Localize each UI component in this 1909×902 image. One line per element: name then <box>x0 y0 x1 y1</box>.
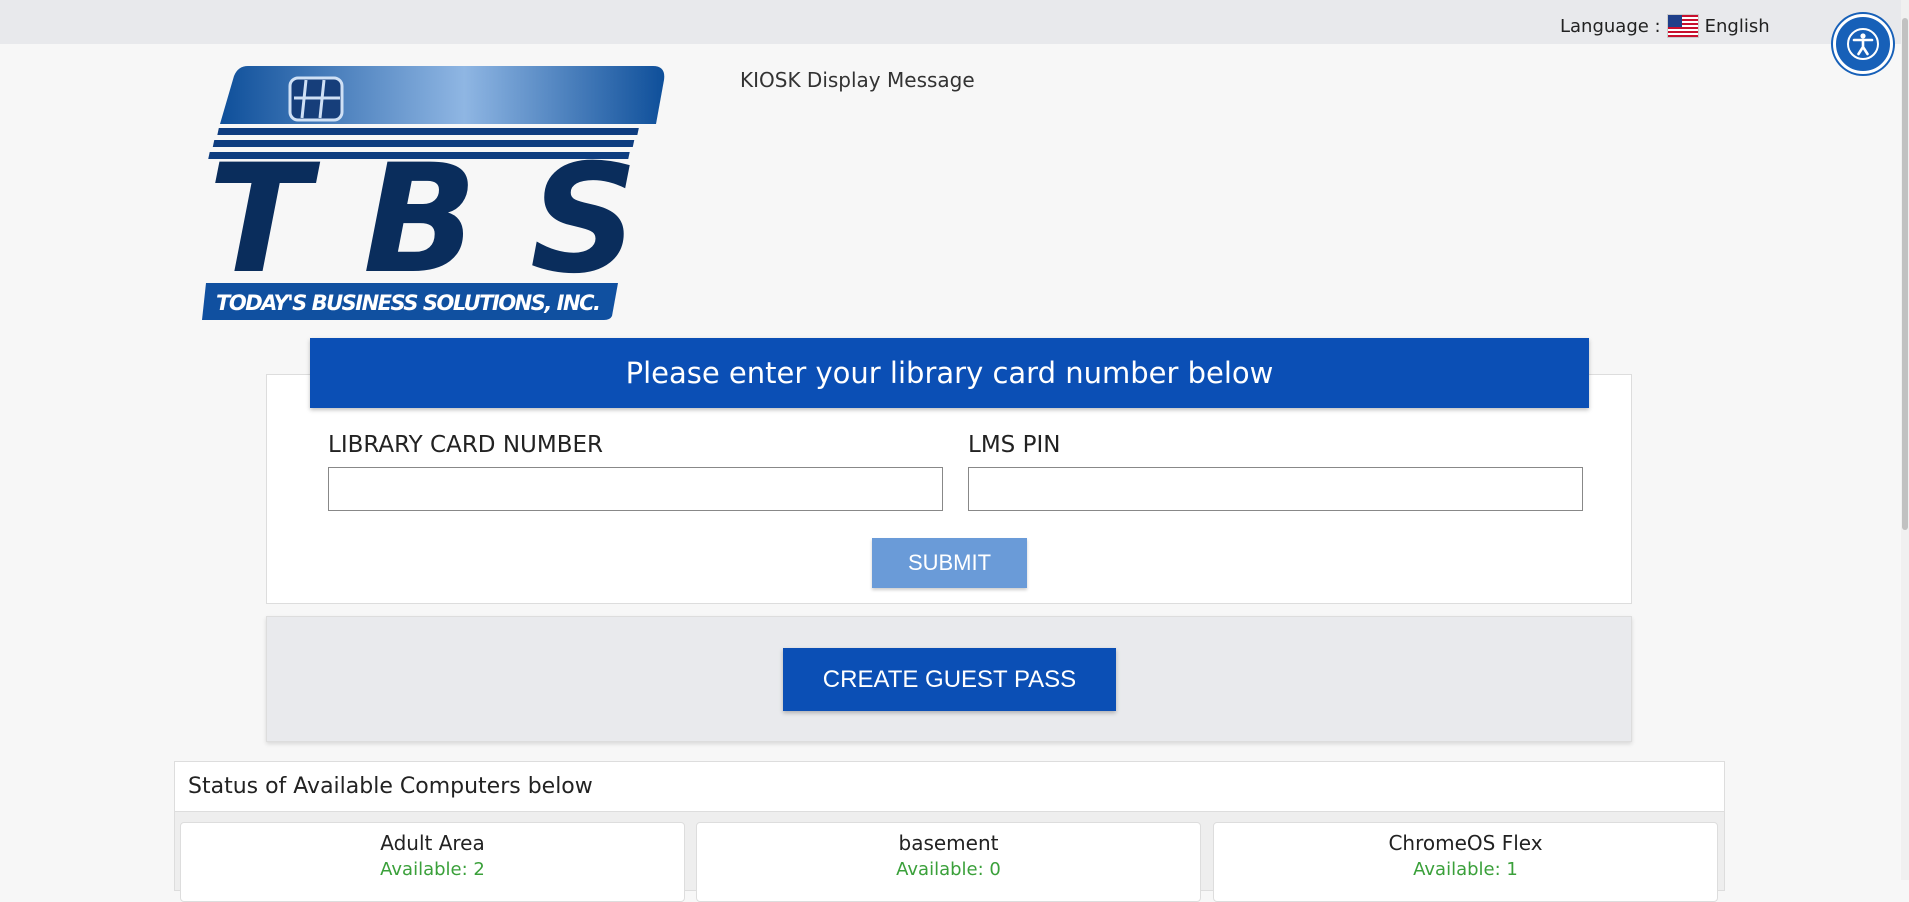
computer-name: basement <box>898 831 999 855</box>
computer-availability: Available: 0 <box>896 859 1001 880</box>
page-scrollbar[interactable] <box>1901 0 1909 880</box>
computer-availability: Available: 1 <box>1413 859 1518 880</box>
lms-pin-input[interactable] <box>968 467 1583 511</box>
status-header: Status of Available Computers below <box>175 762 1724 812</box>
library-card-input[interactable] <box>328 467 943 511</box>
submit-button[interactable]: SUBMIT <box>872 538 1027 588</box>
computer-availability: Available: 2 <box>380 859 485 880</box>
logo-brand: TBS <box>208 133 638 307</box>
computer-card-basement[interactable]: basement Available: 0 <box>696 822 1201 902</box>
lms-pin-label: LMS PIN <box>968 432 1061 458</box>
kiosk-display-message: KIOSK Display Message <box>740 68 975 92</box>
computer-name: Adult Area <box>380 831 485 855</box>
library-card-label: LIBRARY CARD NUMBER <box>328 432 604 458</box>
language-label: Language : <box>1560 15 1661 37</box>
accessibility-button[interactable] <box>1833 14 1893 74</box>
computer-name: ChromeOS Flex <box>1388 831 1543 855</box>
status-title: Status of Available Computers below <box>188 774 593 799</box>
create-guest-pass-button[interactable]: CREATE GUEST PASS <box>783 648 1116 711</box>
login-banner: Please enter your library card number be… <box>310 338 1589 408</box>
logo-tagline: TODAY'S BUSINESS SOLUTIONS, INC. <box>216 291 601 315</box>
language-value[interactable]: English <box>1705 16 1770 37</box>
accessibility-icon <box>1847 28 1879 60</box>
computer-card-chromeos-flex[interactable]: ChromeOS Flex Available: 1 <box>1213 822 1718 902</box>
language-selector[interactable]: Language : English <box>1560 14 1770 38</box>
us-flag-icon <box>1666 14 1699 38</box>
computer-card-adult-area[interactable]: Adult Area Available: 2 <box>180 822 685 902</box>
tbs-logo: TBS TODAY'S BUSINESS SOLUTIONS, INC. <box>202 66 665 320</box>
